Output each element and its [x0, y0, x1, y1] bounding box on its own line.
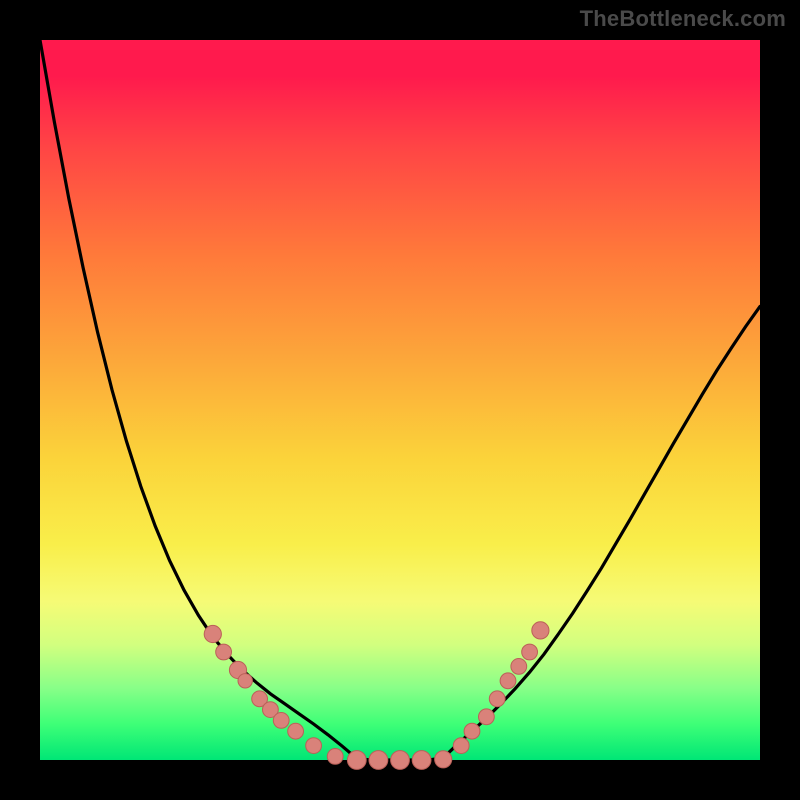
data-marker — [453, 738, 469, 754]
data-marker — [479, 709, 495, 725]
chart-svg — [40, 40, 760, 760]
data-marker — [511, 659, 527, 675]
marker-group — [204, 622, 549, 770]
data-marker — [273, 713, 289, 729]
plot-area — [40, 40, 760, 760]
data-marker — [522, 644, 538, 660]
data-marker — [238, 674, 252, 688]
watermark-text: TheBottleneck.com — [580, 6, 786, 32]
bottleneck-curve — [40, 40, 760, 760]
data-marker — [347, 751, 366, 770]
data-marker — [464, 723, 480, 739]
data-marker — [306, 738, 322, 754]
data-marker — [204, 625, 221, 642]
data-marker — [489, 691, 505, 707]
data-marker — [288, 723, 304, 739]
data-marker — [532, 622, 549, 639]
data-marker — [327, 749, 343, 765]
chart-frame: TheBottleneck.com — [0, 0, 800, 800]
data-marker — [391, 751, 410, 770]
data-marker — [435, 751, 452, 768]
data-marker — [369, 751, 388, 770]
data-marker — [500, 673, 516, 689]
data-marker — [412, 751, 431, 770]
data-marker — [216, 644, 232, 660]
